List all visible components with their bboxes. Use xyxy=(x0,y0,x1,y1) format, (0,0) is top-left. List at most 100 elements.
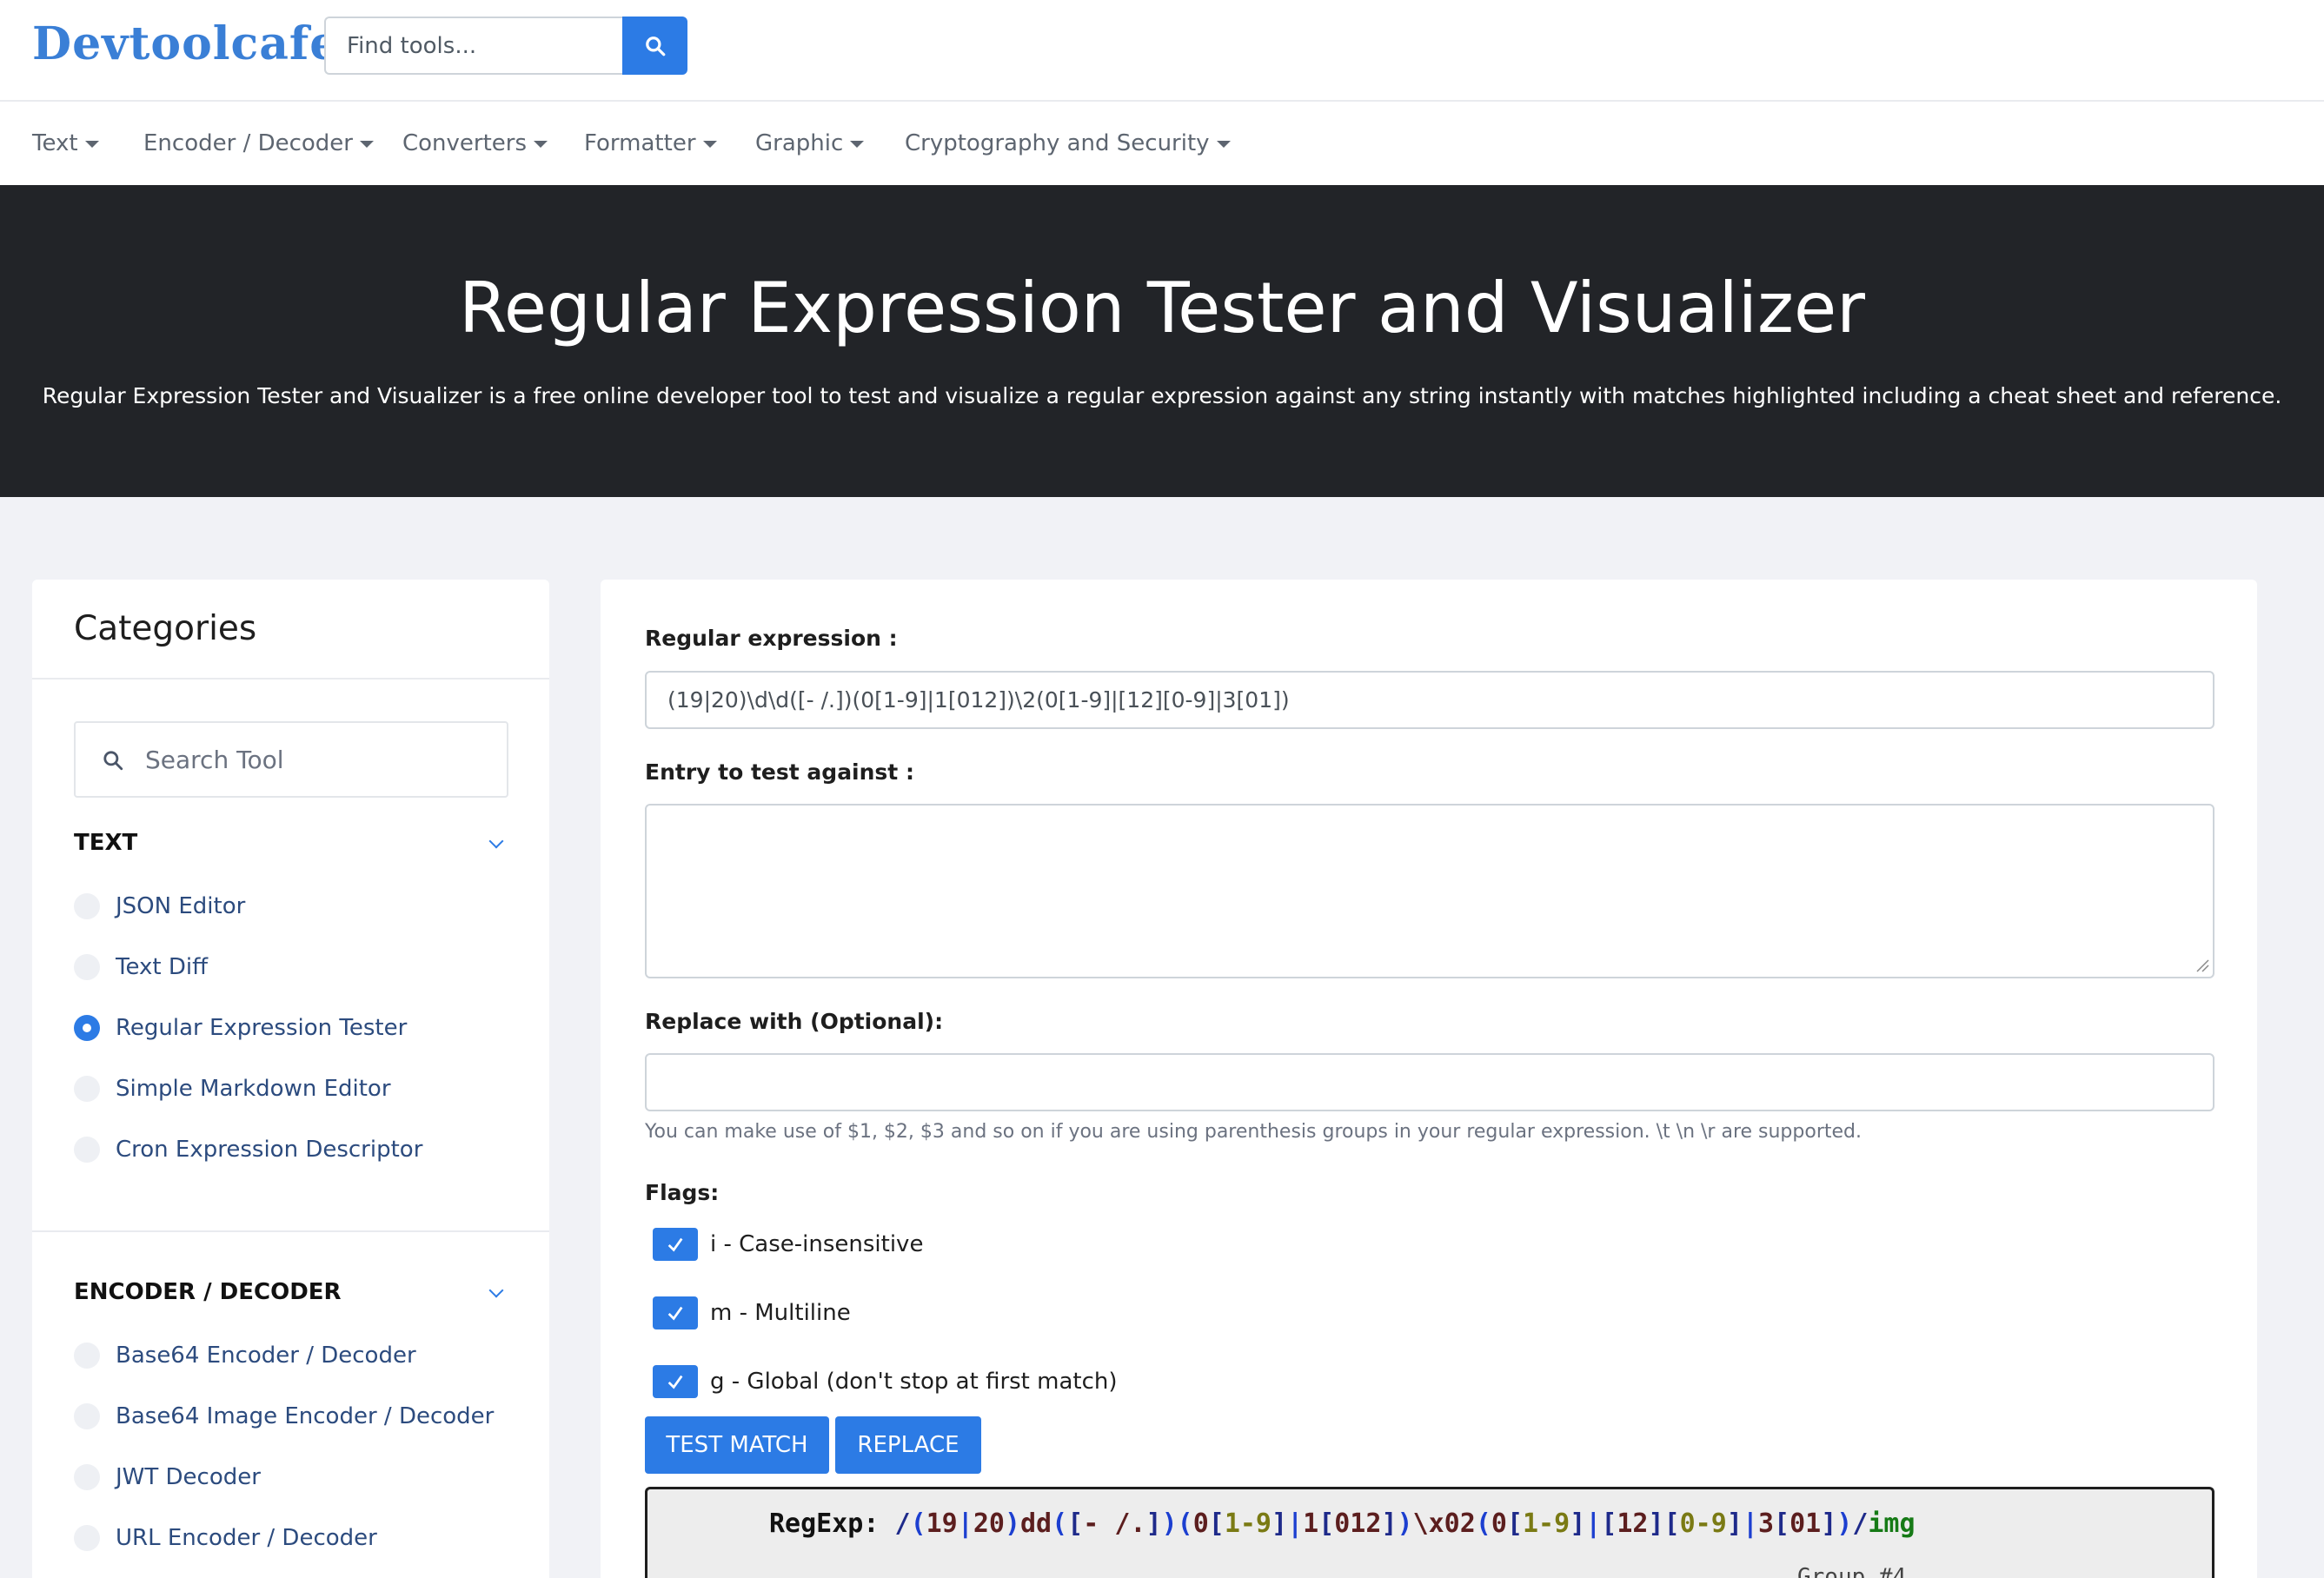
nav-label: Encoder / Decoder xyxy=(143,130,353,156)
flag-multiline[interactable]: m - Multiline xyxy=(653,1295,851,1331)
regex-token: 19 xyxy=(926,1508,958,1539)
caret-down-icon xyxy=(534,141,548,148)
regex-token: ] xyxy=(1145,1508,1162,1539)
nav-label: Text xyxy=(32,130,78,156)
nav-label: Converters xyxy=(402,130,528,156)
radio-icon xyxy=(74,1464,100,1490)
regex-token: ] xyxy=(1726,1508,1743,1539)
replace-button[interactable]: REPLACE xyxy=(835,1416,981,1474)
regex-tokens: /(19|20)dd([- /.])(0[1-9]|1[012])\x02(0[… xyxy=(895,1508,1916,1539)
sidebar-search xyxy=(74,721,508,798)
find-tools-search-button[interactable] xyxy=(622,17,687,75)
logo[interactable]: Devtoolcafe xyxy=(32,17,339,70)
sidebar-item-json-editor[interactable]: JSON Editor xyxy=(74,889,245,924)
regex-token: | xyxy=(957,1508,973,1539)
nav-text[interactable]: Text xyxy=(32,102,99,185)
nav-encoder-decoder[interactable]: Encoder / Decoder xyxy=(143,102,374,185)
replace-input[interactable] xyxy=(645,1053,2214,1111)
resize-handle-icon[interactable] xyxy=(2195,958,2209,972)
sidebar-item-markdown-editor[interactable]: Simple Markdown Editor xyxy=(74,1071,391,1106)
regex-token: 3 xyxy=(1757,1508,1774,1539)
entry-label: Entry to test against : xyxy=(645,759,914,785)
regex-token: 012 xyxy=(1334,1508,1382,1539)
regex-token: - /. xyxy=(1083,1508,1146,1539)
regex-token: 1-9 xyxy=(1224,1508,1272,1539)
flag-label: m - Multiline xyxy=(710,1300,851,1326)
regex-token: ) xyxy=(1397,1508,1413,1539)
regex-token: / xyxy=(1852,1508,1869,1539)
regex-token: ( xyxy=(1475,1508,1491,1539)
caret-down-icon xyxy=(84,141,99,148)
caret-down-icon xyxy=(702,141,717,148)
regex-token: [ xyxy=(1601,1508,1617,1539)
regex-token: ) xyxy=(1161,1508,1178,1539)
sidebar-item-label: Base64 Encoder / Decoder xyxy=(116,1343,416,1369)
divider xyxy=(32,678,549,680)
sidebar-item-base64-image[interactable]: Base64 Image Encoder / Decoder xyxy=(74,1399,494,1434)
radio-icon xyxy=(74,893,100,919)
flag-label: g - Global (don't stop at first match) xyxy=(710,1369,1118,1395)
chevron-down-icon[interactable] xyxy=(488,1283,504,1298)
radio-icon xyxy=(74,1403,100,1429)
nav-converters[interactable]: Converters xyxy=(402,102,548,185)
nav-label: Graphic xyxy=(755,130,844,156)
nav-cryptography[interactable]: Cryptography and Security xyxy=(905,102,1231,185)
find-tools-input[interactable] xyxy=(324,17,622,75)
sidebar-item-label: JWT Decoder xyxy=(116,1464,261,1490)
page-title: Regular Expression Tester and Visualizer xyxy=(458,268,1866,348)
sidebar-item-label: URL Encoder / Decoder xyxy=(116,1525,377,1551)
sidebar-title: Categories xyxy=(74,609,257,648)
regex-token: ] xyxy=(1381,1508,1398,1539)
hero-banner: Regular Expression Tester and Visualizer… xyxy=(0,185,2324,497)
regex-token: 0 xyxy=(1192,1508,1209,1539)
sidebar-item-regex-tester[interactable]: Regular Expression Tester xyxy=(74,1011,407,1045)
regex-token: ) xyxy=(1004,1508,1020,1539)
regex-label: Regular expression : xyxy=(645,626,898,651)
caret-down-icon xyxy=(360,141,374,148)
nav-label: Formatter xyxy=(584,130,696,156)
test-entry-textarea[interactable] xyxy=(645,804,2214,978)
regex-token: | xyxy=(1742,1508,1758,1539)
radio-icon xyxy=(74,1343,100,1369)
checkbox-checked-icon[interactable] xyxy=(653,1228,698,1261)
categories-sidebar: Categories TEXT JSON Editor Text Diff Re… xyxy=(32,580,549,1578)
nav-graphic[interactable]: Graphic xyxy=(755,102,865,185)
sidebar-item-base64[interactable]: Base64 Encoder / Decoder xyxy=(74,1338,416,1373)
regex-token: 12 xyxy=(1617,1508,1649,1539)
section-title-text[interactable]: TEXT xyxy=(74,830,137,856)
regex-token: [ xyxy=(1067,1508,1084,1539)
flag-case-insensitive[interactable]: i - Case-insensitive xyxy=(653,1226,923,1263)
replace-label: Replace with (Optional): xyxy=(645,1009,944,1034)
regex-visual-line: RegExp: /(19|20)dd([- /.])(0[1-9]|1[012]… xyxy=(769,1508,1916,1539)
replace-help-text: You can make use of $1, $2, $3 and so on… xyxy=(645,1121,1862,1143)
radio-icon xyxy=(74,1525,100,1551)
regex-input[interactable] xyxy=(645,671,2214,729)
test-match-button[interactable]: TEST MATCH xyxy=(645,1416,829,1474)
regex-token: img xyxy=(1868,1508,1916,1539)
radio-icon xyxy=(74,1076,100,1102)
sidebar-item-label: Text Diff xyxy=(116,954,209,980)
flag-global[interactable]: g - Global (don't stop at first match) xyxy=(653,1363,1118,1400)
chevron-down-icon[interactable] xyxy=(488,833,504,849)
regex-token: [ xyxy=(1318,1508,1335,1539)
checkbox-checked-icon[interactable] xyxy=(653,1296,698,1329)
regex-token: ( xyxy=(1177,1508,1193,1539)
sidebar-item-text-diff[interactable]: Text Diff xyxy=(74,950,208,985)
sidebar-item-label: Simple Markdown Editor xyxy=(116,1076,391,1102)
sidebar-item-jwt-decoder[interactable]: JWT Decoder xyxy=(74,1460,261,1495)
radio-icon xyxy=(74,1137,100,1163)
search-tool-input[interactable] xyxy=(145,739,493,780)
regex-token: 1 xyxy=(1303,1508,1319,1539)
search-icon xyxy=(103,751,123,771)
sidebar-item-url-encoder[interactable]: URL Encoder / Decoder xyxy=(74,1521,377,1555)
regex-token: ] xyxy=(1648,1508,1664,1539)
checkbox-checked-icon[interactable] xyxy=(653,1365,698,1398)
nav-formatter[interactable]: Formatter xyxy=(584,102,717,185)
nav-label: Cryptography and Security xyxy=(905,130,1210,156)
regex-token: ( xyxy=(910,1508,926,1539)
flag-label: i - Case-insensitive xyxy=(710,1231,924,1257)
section-title-encoder-decoder[interactable]: ENCODER / DECODER xyxy=(74,1279,342,1305)
sidebar-item-cron-descriptor[interactable]: Cron Expression Descriptor xyxy=(74,1132,422,1167)
main-nav: Text Encoder / Decoder Converters Format… xyxy=(0,102,2324,185)
regex-token: ) xyxy=(1836,1508,1853,1539)
